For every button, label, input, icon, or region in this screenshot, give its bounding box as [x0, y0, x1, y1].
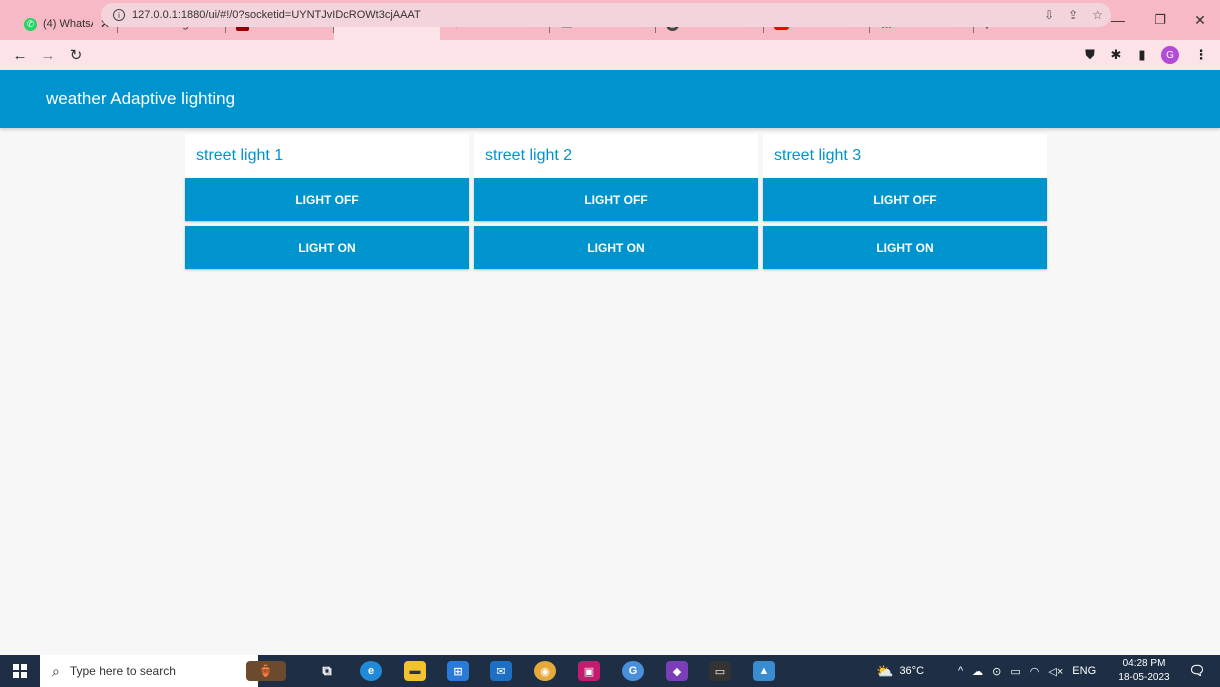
dashboard-groups: street light 1 LIGHT OFF LIGHT ON street…	[185, 134, 1047, 269]
weather-icon[interactable]: ⛅	[876, 663, 893, 680]
reload-button[interactable]: ↻	[62, 41, 90, 69]
url-text: 127.0.0.1:1880/ui/#!/0?socketid=UYNTJvID…	[132, 9, 421, 21]
close-window-button[interactable]: ✕	[1180, 0, 1220, 40]
light-off-button[interactable]: LIGHT OFF	[474, 178, 758, 221]
address-bar[interactable]: i 127.0.0.1:1880/ui/#!/0?socketid=UYNTJv…	[101, 3, 1111, 27]
profile-avatar[interactable]: G	[1159, 44, 1181, 66]
onedrive-icon[interactable]: ☁	[972, 665, 983, 678]
clock-time: 04:28 PM	[1122, 658, 1166, 669]
system-tray: ⛅ 36°C	[876, 655, 924, 687]
whatsapp-icon: ✆	[24, 17, 37, 31]
back-button[interactable]: ←	[6, 41, 34, 69]
browser-menu-icon[interactable]: ⋮	[1190, 44, 1212, 66]
profile-initial: G	[1161, 46, 1179, 64]
notification-icon[interactable]: 🗨	[1186, 661, 1208, 681]
group-body: LIGHT OFF LIGHT ON	[763, 178, 1047, 269]
forward-button[interactable]: →	[34, 41, 62, 69]
temperature[interactable]: 36°C	[899, 665, 924, 677]
light-on-button[interactable]: LIGHT ON	[185, 226, 469, 269]
install-icon[interactable]: ⇩	[1044, 8, 1054, 22]
start-button[interactable]	[0, 655, 40, 687]
page-title: weather Adaptive lighting	[46, 89, 236, 108]
group-street-light-2: street light 2 LIGHT OFF LIGHT ON	[474, 134, 758, 269]
language-indicator[interactable]: ENG	[1072, 665, 1096, 677]
store-icon[interactable]: ⊞	[447, 661, 469, 681]
bookmark-star-icon[interactable]: ☆	[1092, 8, 1103, 22]
news-widget-icon[interactable]: 🏺	[246, 661, 286, 681]
tray-icons: ^ ☁ ⊙ ▭ ◠ ◁× ENG	[958, 655, 1096, 687]
edge-icon[interactable]: e	[360, 661, 382, 681]
file-explorer-icon[interactable]: ▬	[404, 661, 426, 681]
chrome-taskbar-icon[interactable]: ◉	[534, 661, 556, 681]
light-on-button[interactable]: LIGHT ON	[474, 226, 758, 269]
group-body: LIGHT OFF LIGHT ON	[474, 178, 758, 269]
mail-icon[interactable]: ✉	[490, 661, 512, 681]
wifi-icon[interactable]: ◠	[1030, 665, 1040, 678]
group-body: LIGHT OFF LIGHT ON	[185, 178, 469, 269]
battery-icon[interactable]: ▭	[1010, 665, 1020, 678]
clock-date: 18-05-2023	[1118, 672, 1170, 683]
visual-studio-icon[interactable]: ◆	[666, 661, 688, 681]
group-title: street light 2	[474, 134, 758, 178]
windows-logo-icon	[13, 664, 27, 678]
side-panel-icon[interactable]: ▮	[1131, 44, 1153, 66]
light-on-button[interactable]: LIGHT ON	[763, 226, 1047, 269]
search-icon: ⌕	[52, 662, 60, 679]
mic-icon[interactable]: ⊙	[992, 665, 1001, 678]
dashboard-header: weather Adaptive lighting	[0, 70, 1220, 128]
terminal-icon[interactable]: ▭	[709, 661, 731, 681]
task-view-icon[interactable]: ⧉	[316, 661, 338, 681]
browser-toolbar: ← → ↻	[0, 40, 1220, 70]
omnibox-actions: ⇩ ⇪ ☆	[1044, 3, 1103, 27]
light-off-button[interactable]: LIGHT OFF	[185, 178, 469, 221]
light-off-button[interactable]: LIGHT OFF	[763, 178, 1047, 221]
volume-icon[interactable]: ◁×	[1048, 665, 1063, 678]
extensions-puzzle-icon[interactable]: ✱	[1105, 44, 1127, 66]
taskbar-clock[interactable]: 04:28 PM 18-05-2023	[1112, 657, 1176, 685]
chrome-profile-taskbar-icon[interactable]: G	[622, 661, 644, 681]
photos-icon[interactable]: ▲	[753, 661, 775, 681]
chevron-up-icon[interactable]: ^	[958, 665, 963, 677]
search-placeholder: Type here to search	[69, 664, 176, 678]
group-title: street light 1	[185, 134, 469, 178]
extension-shield-icon[interactable]: ⛊	[1079, 44, 1101, 66]
group-title: street light 3	[763, 134, 1047, 178]
share-icon[interactable]: ⇪	[1068, 8, 1078, 22]
group-street-light-3: street light 3 LIGHT OFF LIGHT ON	[763, 134, 1047, 269]
site-info-icon[interactable]: i	[113, 9, 125, 21]
taskbar-search[interactable]: ⌕ Type here to search	[40, 655, 258, 687]
tab-label: (4) WhatsA	[43, 18, 93, 30]
restore-button[interactable]: ❐	[1140, 0, 1180, 40]
group-street-light-1: street light 1 LIGHT OFF LIGHT ON	[185, 134, 469, 269]
jetbrains-icon[interactable]: ▣	[578, 661, 600, 681]
